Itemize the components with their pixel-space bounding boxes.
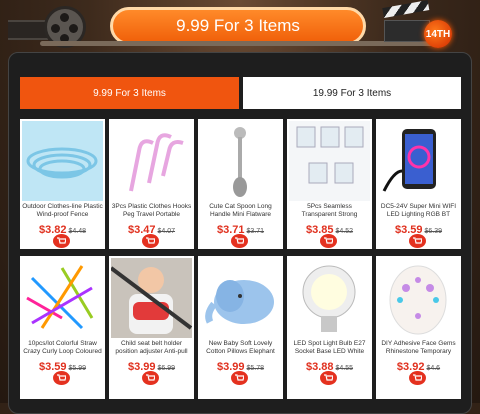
- product-old-price: $4.52: [335, 228, 354, 235]
- hooks-image: [111, 121, 192, 201]
- cart-icon[interactable]: [409, 371, 426, 385]
- product-name: 3Pcs Plastic Clothes Hooks Peg Travel Po…: [111, 203, 192, 218]
- product-card[interactable]: DIY Adhesive Face Gems Rhinestone Tempor…: [376, 256, 461, 386]
- cart-icon[interactable]: [320, 371, 337, 385]
- cart-icon[interactable]: [231, 234, 248, 248]
- page-title: 9.99 For 3 Items: [110, 7, 366, 45]
- product-card[interactable]: DC5-24V Super Mini WIFI LED Lighting RGB…: [376, 119, 461, 249]
- product-old-price: $6.99: [157, 365, 176, 372]
- product-name: New Baby Soft Lovely Cotton Pillows Elep…: [206, 340, 275, 355]
- header-rail: [40, 41, 440, 46]
- product-old-price: $5.78: [246, 365, 265, 372]
- product-card[interactable]: 3Pcs Plastic Clothes Hooks Peg Travel Po…: [109, 119, 194, 249]
- product-card[interactable]: Outdoor Clothes-line Plastic Wind-proof …: [20, 119, 105, 249]
- face-gems-image: [378, 258, 459, 338]
- product-card-partial[interactable]: [20, 385, 105, 399]
- cart-icon[interactable]: [320, 234, 337, 248]
- cart-icon[interactable]: [142, 234, 159, 248]
- product-name: DC5-24V Super Mini WIFI LED Lighting RGB…: [380, 203, 457, 218]
- product-name: 10pcs/lot Colorful Straw Crazy Curly Loo…: [23, 340, 102, 355]
- anniversary-badge: 14TH: [424, 20, 452, 48]
- product-old-price: $6.39: [424, 228, 443, 235]
- product-card[interactable]: Child seat belt holder position adjuster…: [109, 256, 194, 386]
- product-card-partial[interactable]: [109, 385, 194, 399]
- product-name: Cute Cat Spoon Long Handle Mini Flatware: [209, 203, 272, 218]
- seat-belt-image: [111, 258, 192, 338]
- product-name: 5Pcs Seamless Transparent Strong: [301, 203, 358, 218]
- clapperboard-icon: [382, 0, 430, 42]
- product-old-price: $4.55: [335, 365, 354, 372]
- product-card[interactable]: LED Spot Light Bulb E27 Socket Base LED …: [287, 256, 372, 386]
- wall-hooks-image: [289, 121, 370, 201]
- product-old-price: $4.07: [157, 228, 176, 235]
- product-old-price: $5.99: [68, 365, 87, 372]
- film-strip-icon: [8, 20, 48, 40]
- clothesline-image: [22, 121, 103, 201]
- product-card[interactable]: Cute Cat Spoon Long Handle Mini Flatware…: [198, 119, 283, 249]
- cart-icon[interactable]: [231, 371, 248, 385]
- straws-image: [22, 258, 103, 338]
- led-bulb-image: [289, 258, 370, 338]
- product-card[interactable]: New Baby Soft Lovely Cotton Pillows Elep…: [198, 256, 283, 386]
- promo-page: 9.99 For 3 Items 14TH 9.99 For 3 Items 1…: [0, 0, 480, 414]
- tab-9-99[interactable]: 9.99 For 3 Items: [20, 77, 239, 109]
- elephant-pillow-image: [200, 258, 281, 338]
- product-name: DIY Adhesive Face Gems Rhinestone Tempor…: [381, 340, 456, 355]
- product-card-partial[interactable]: [198, 385, 283, 399]
- product-card-partial[interactable]: [287, 385, 372, 399]
- cart-icon[interactable]: [409, 234, 426, 248]
- product-card-partial[interactable]: [376, 385, 461, 399]
- cart-icon[interactable]: [53, 234, 70, 248]
- cart-icon[interactable]: [53, 371, 70, 385]
- tab-19-99[interactable]: 19.99 For 3 Items: [243, 77, 461, 109]
- product-old-price: $4.6: [426, 365, 441, 372]
- led-controller-image: [378, 121, 459, 201]
- product-card[interactable]: 5Pcs Seamless Transparent Strong $3.85 $4…: [287, 119, 372, 249]
- product-old-price: $4.48: [68, 228, 87, 235]
- product-name: Outdoor Clothes-line Plastic Wind-proof …: [22, 203, 103, 218]
- product-name: Child seat belt holder position adjuster…: [115, 340, 188, 355]
- cart-icon[interactable]: [142, 371, 159, 385]
- product-card[interactable]: 10pcs/lot Colorful Straw Crazy Curly Loo…: [20, 256, 105, 386]
- product-name: LED Spot Light Bulb E27 Socket Base LED …: [293, 340, 366, 355]
- spoon-image: [200, 121, 281, 201]
- product-old-price: $3.71: [246, 228, 265, 235]
